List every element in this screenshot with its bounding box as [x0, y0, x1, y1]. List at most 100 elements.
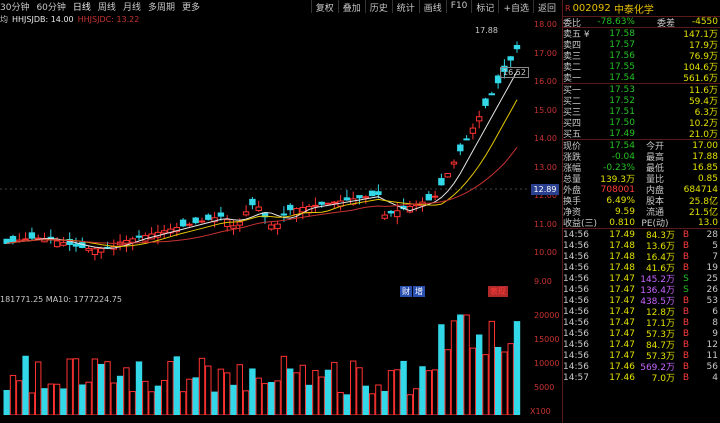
- tick-count: 11: [706, 350, 718, 361]
- volume-bar: [60, 388, 67, 415]
- tool-button-8[interactable]: 返回: [532, 0, 560, 13]
- candle: [457, 143, 464, 156]
- volume-bar: [362, 385, 370, 415]
- price-tick: 17.00: [534, 48, 557, 58]
- volume-chart[interactable]: [0, 307, 530, 415]
- tick-row[interactable]: 14:57 17.46 7.0万 B 4: [563, 372, 720, 385]
- volume-bar: [148, 391, 155, 415]
- candle: [368, 190, 376, 197]
- ratio-value: -78.63%: [597, 17, 635, 27]
- period-tab-5[interactable]: 多周期: [148, 0, 175, 13]
- period-tab-3[interactable]: 周线: [98, 0, 116, 13]
- current-price-tag: 12.89: [531, 184, 559, 195]
- tick-time: 14:56: [563, 339, 589, 350]
- price-tick: 13.00: [534, 162, 557, 172]
- price-tick: 18.00: [534, 20, 557, 29]
- ask-levels: 卖五 ¥17.58 147.1万 卖四 17.57 17.9万 卖三 17.56 76.9万卖…: [563, 27, 720, 85]
- ask-row: 卖一 17.54 561.6万: [563, 72, 720, 85]
- candle: [224, 215, 231, 232]
- volume-bar: [22, 355, 29, 415]
- level-price: 17.52: [609, 95, 635, 106]
- candle: [312, 197, 319, 214]
- tick-time: 14:56: [563, 262, 589, 273]
- period-tab-6[interactable]: 更多: [182, 0, 200, 13]
- volume-axis: 20000 15000 10000 5000: [530, 307, 560, 415]
- level-price: 17.57: [609, 39, 635, 50]
- candlestick-chart[interactable]: [0, 26, 530, 288]
- period-tab-0[interactable]: 30分钟: [0, 0, 29, 13]
- tool-button-6[interactable]: 标记: [471, 0, 498, 13]
- tick-count: 53: [706, 295, 718, 306]
- level-price: 17.49: [609, 128, 635, 139]
- tool-button-1[interactable]: 叠加: [337, 0, 365, 13]
- volume-bar: [280, 355, 288, 415]
- tick-time: 14:56: [563, 350, 589, 361]
- event-tag[interactable]: 表现: [488, 286, 508, 297]
- volume-bar: [488, 320, 496, 415]
- tick-time: 14:56: [563, 251, 589, 262]
- volume-bar: [431, 369, 439, 415]
- volume-bar: [394, 369, 401, 415]
- volume-bar: [53, 383, 61, 415]
- tick-time: 14:56: [563, 240, 589, 251]
- tool-button-2[interactable]: 历史: [364, 0, 392, 13]
- candle: [22, 232, 29, 241]
- period-tab-2[interactable]: 日线: [72, 0, 91, 13]
- tick-count: 7: [712, 251, 718, 262]
- volume-bar: [3, 390, 10, 415]
- tick-count: 19: [706, 262, 718, 273]
- volume-bar: [179, 391, 187, 415]
- stock-code: 002092: [572, 2, 611, 14]
- volume-bar: [419, 366, 426, 415]
- period-tab-1[interactable]: 60分钟: [36, 0, 65, 13]
- tool-buttons: 复权 叠加 历史 统计 画线 F10 标记 +自选 返回: [310, 0, 560, 13]
- volume-bar: [337, 391, 344, 415]
- candle: [135, 230, 143, 241]
- tick-side: B: [682, 328, 690, 339]
- event-tag[interactable]: 增: [413, 286, 425, 297]
- candle: [28, 227, 36, 242]
- volume-bar: [135, 361, 143, 415]
- tick-price: 17.48: [609, 262, 635, 273]
- volume-bar: [167, 360, 174, 415]
- volume-bar: [400, 360, 407, 415]
- volume-bar: [47, 383, 54, 415]
- high-annotation: 17.88: [475, 26, 498, 35]
- stat-value: 708001: [600, 184, 635, 195]
- price-tick: 15.00: [534, 105, 557, 115]
- tool-button-7[interactable]: +自选: [498, 0, 533, 13]
- candle: [242, 205, 250, 217]
- volume-bar: [350, 360, 357, 415]
- tick-side: B: [682, 317, 690, 328]
- volume-bar: [268, 382, 275, 415]
- candle: [72, 237, 80, 252]
- tick-count: 5: [712, 240, 718, 251]
- stat-value: 16.85: [692, 162, 718, 173]
- volume-tick: 10000: [534, 359, 560, 368]
- volume-bar: [123, 367, 130, 415]
- volume-bar: [305, 384, 313, 415]
- tick-list[interactable]: 14:56 17.49 84.3万 B 28 14:56 17.48 13.6万 B 5 14:56…: [563, 228, 720, 385]
- event-tag[interactable]: 财: [400, 286, 412, 297]
- volume-bar: [35, 361, 42, 415]
- candle: [450, 159, 458, 169]
- low-annotation: 16.52: [500, 67, 529, 78]
- volume-bar: [173, 356, 181, 415]
- volume-tick: 5000: [534, 383, 555, 392]
- tool-button-3[interactable]: 统计: [391, 0, 419, 13]
- volume-bar: [413, 388, 420, 415]
- volume-bar: [501, 351, 508, 415]
- tick-price: 17.49: [609, 229, 635, 240]
- candle: [387, 209, 395, 217]
- tick-time: 14:56: [563, 317, 589, 328]
- tool-button-4[interactable]: 画线: [418, 0, 446, 13]
- tool-button-5[interactable]: F10: [445, 0, 472, 13]
- candle: [513, 41, 521, 53]
- volume-bar: [129, 391, 136, 415]
- period-tab-4[interactable]: 月线: [123, 0, 141, 13]
- stat-label: PE(动): [641, 219, 669, 229]
- tick-side: B: [682, 306, 690, 317]
- volume-bar: [236, 364, 244, 415]
- tool-button-0[interactable]: 复权: [310, 0, 338, 13]
- candle: [268, 221, 275, 231]
